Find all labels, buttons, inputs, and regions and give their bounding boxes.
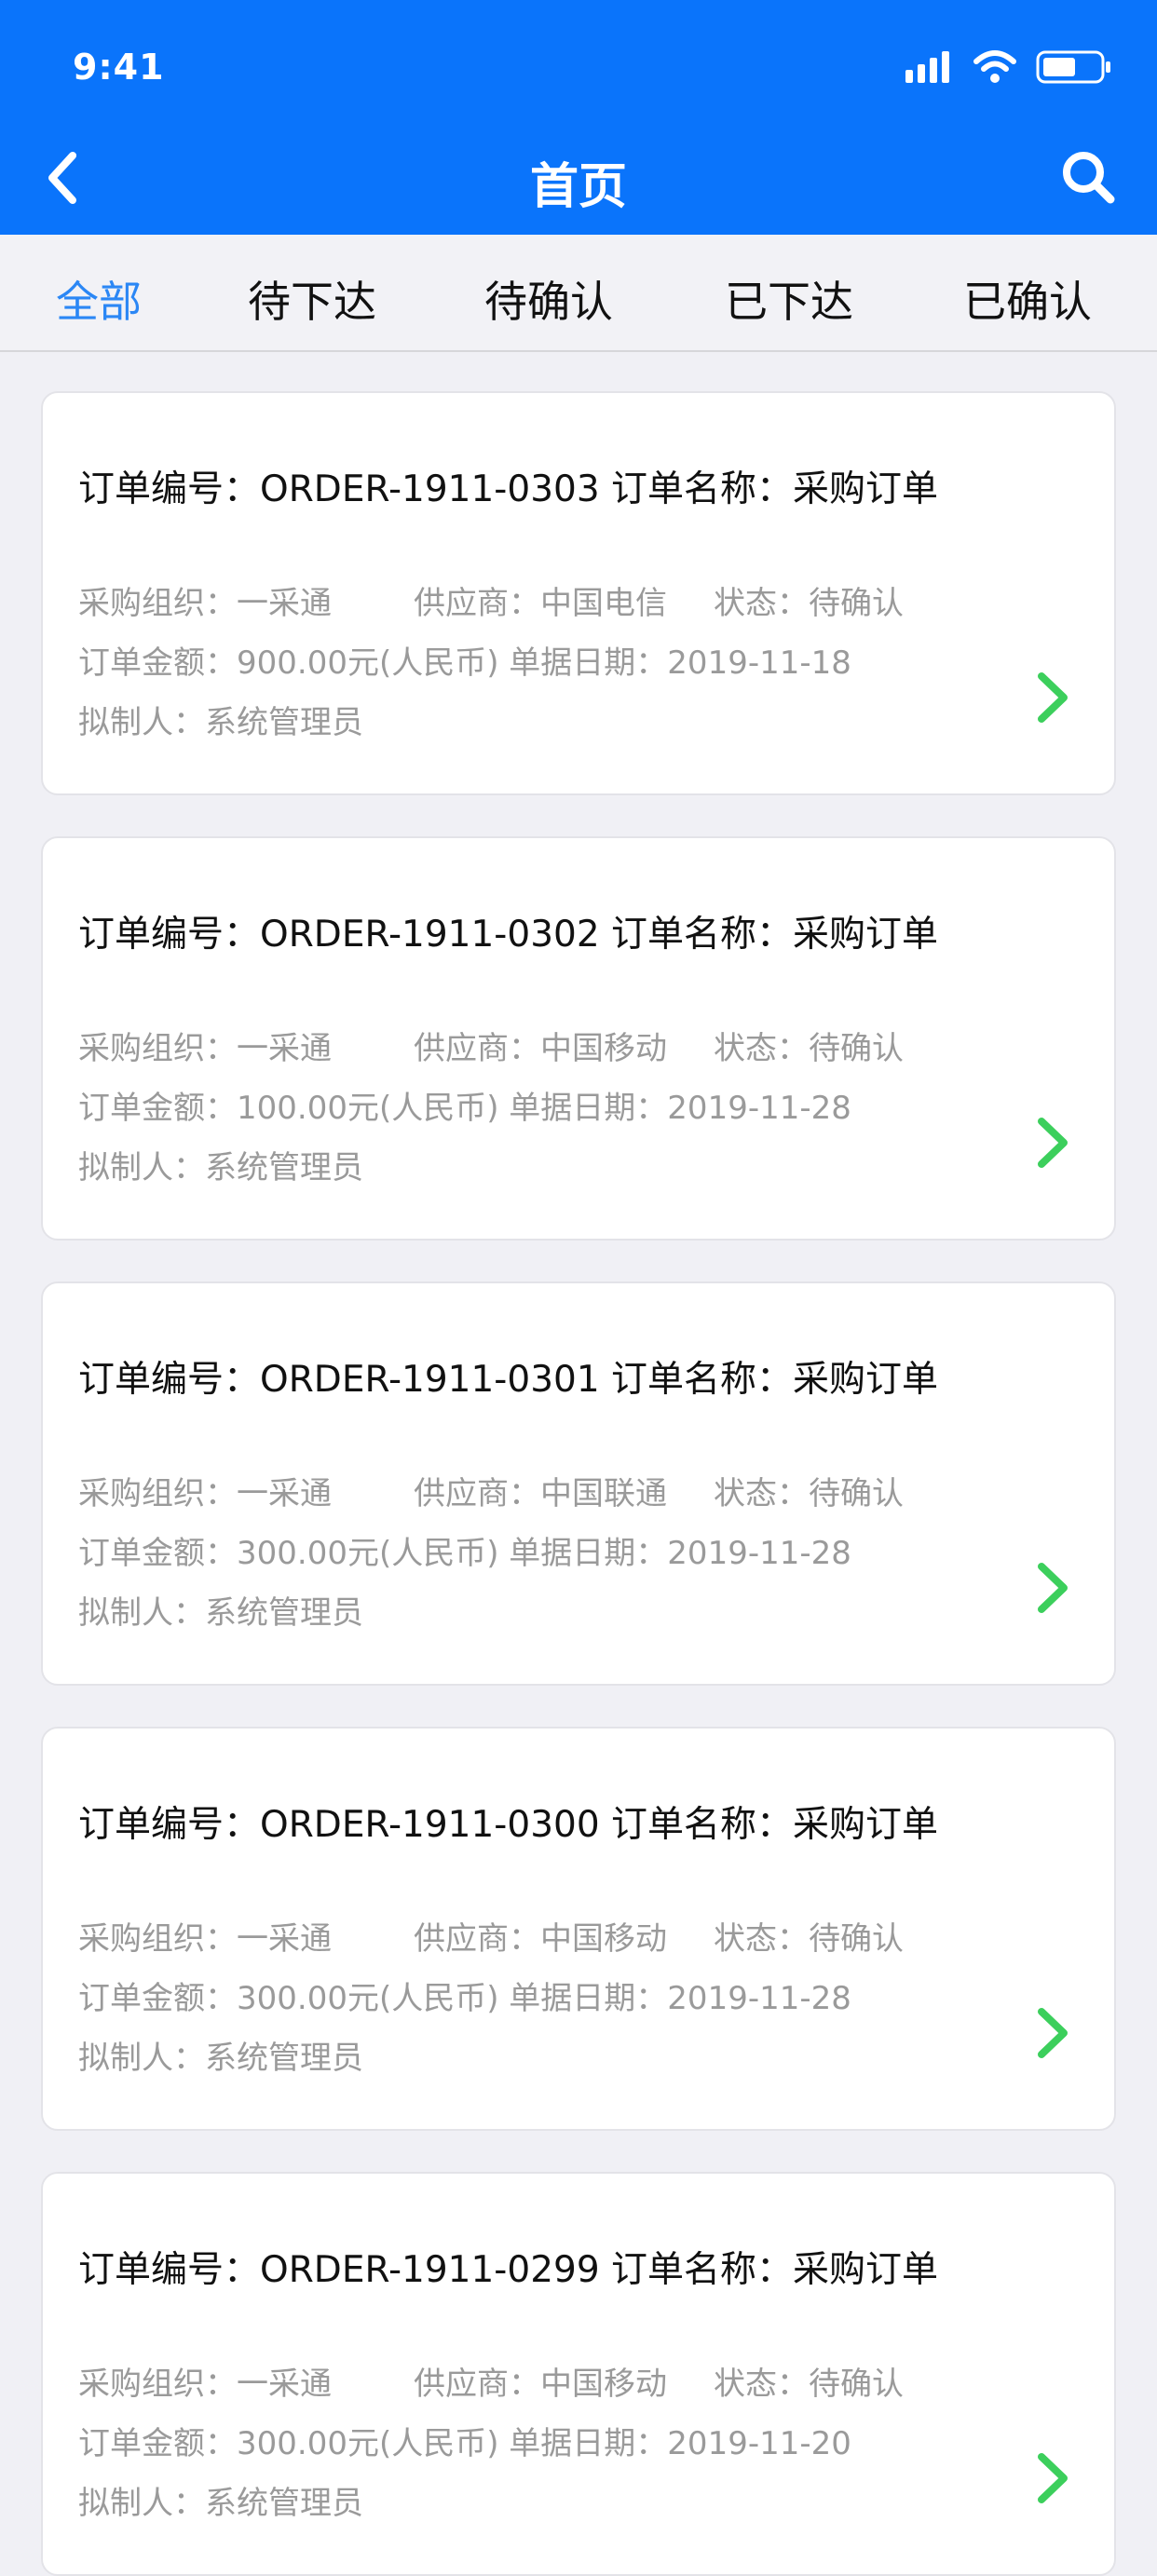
chevron-right-icon[interactable] — [1034, 669, 1073, 726]
order-creator: 拟制人：系统管理员 — [78, 1594, 363, 1632]
purchase-org: 采购组织：一采通 — [78, 2366, 332, 2403]
supplier: 供应商：中国移动 — [414, 1920, 667, 1958]
order-title: 订单编号：ORDER-1911-0300 订单名称：采购订单 — [78, 1804, 939, 1846]
chevron-right-icon[interactable] — [1034, 2449, 1073, 2507]
chevron-right-icon[interactable] — [1034, 1559, 1073, 1617]
order-card[interactable]: 订单编号：ORDER-1911-0299 订单名称：采购订单 采购组织：一采通 … — [41, 2172, 1116, 2576]
order-status: 状态：待确认 — [714, 1920, 904, 1958]
order-meta-row: 采购组织：一采通 供应商：中国移动 状态：待确认 — [78, 1023, 904, 1068]
supplier: 供应商：中国移动 — [414, 2366, 667, 2403]
tab-confirmed[interactable]: 已确认 — [963, 268, 1092, 330]
supplier: 供应商：中国电信 — [414, 585, 667, 622]
order-meta-row: 采购组织：一采通 供应商：中国联通 状态：待确认 — [78, 1468, 904, 1513]
order-title: 订单编号：ORDER-1911-0301 订单名称：采购订单 — [78, 1359, 939, 1401]
order-status: 状态：待确认 — [714, 1475, 904, 1512]
order-card[interactable]: 订单编号：ORDER-1911-0300 订单名称：采购订单 采购组织：一采通 … — [41, 1727, 1116, 2131]
order-creator: 拟制人：系统管理员 — [78, 2040, 363, 2077]
order-meta-row: 采购组织：一采通 供应商：中国移动 状态：待确认 — [78, 1913, 904, 1959]
purchase-org: 采购组织：一采通 — [78, 1030, 332, 1067]
order-title: 订单编号：ORDER-1911-0299 订单名称：采购订单 — [78, 2249, 939, 2291]
order-status: 状态：待确认 — [714, 1030, 904, 1067]
order-title: 订单编号：ORDER-1911-0303 订单名称：采购订单 — [78, 468, 939, 510]
order-creator: 拟制人：系统管理员 — [78, 1149, 363, 1186]
tab-issued[interactable]: 已下达 — [725, 268, 853, 330]
order-card[interactable]: 订单编号：ORDER-1911-0301 订单名称：采购订单 采购组织：一采通 … — [41, 1281, 1116, 1686]
status-icons — [905, 48, 1112, 86]
order-amount-date: 订单金额：300.00元(人民币) 单据日期：2019-11-28 — [78, 1980, 851, 2017]
order-amount-date: 订单金额：300.00元(人民币) 单据日期：2019-11-20 — [78, 2425, 851, 2462]
status-time: 9:41 — [73, 47, 165, 88]
order-status: 状态：待确认 — [714, 585, 904, 622]
order-card[interactable]: 订单编号：ORDER-1911-0303 订单名称：采购订单 采购组织：一采通 … — [41, 391, 1116, 795]
header: 9:41 首页 — [0, 0, 1157, 235]
tab-pending-confirm[interactable]: 待确认 — [484, 268, 613, 330]
order-status: 状态：待确认 — [714, 2366, 904, 2403]
signal-icon — [905, 51, 949, 83]
tab-bar: 全部 待下达 待确认 已下达 已确认 — [0, 235, 1157, 352]
order-creator: 拟制人：系统管理员 — [78, 2485, 363, 2522]
search-icon[interactable] — [1058, 147, 1118, 207]
purchase-org: 采购组织：一采通 — [78, 585, 332, 622]
purchase-org: 采购组织：一采通 — [78, 1920, 332, 1958]
supplier: 供应商：中国移动 — [414, 1030, 667, 1067]
chevron-right-icon[interactable] — [1034, 1114, 1073, 1172]
tab-pending-issue[interactable]: 待下达 — [248, 268, 376, 330]
order-amount-date: 订单金额：900.00元(人民币) 单据日期：2019-11-18 — [78, 644, 851, 682]
order-meta-row: 采购组织：一采通 供应商：中国移动 状态：待确认 — [78, 2358, 904, 2404]
battery-icon — [1036, 50, 1110, 84]
tab-all[interactable]: 全部 — [56, 268, 142, 330]
order-meta-row: 采购组织：一采通 供应商：中国电信 状态：待确认 — [78, 577, 904, 623]
page-title: 首页 — [529, 159, 627, 215]
order-title: 订单编号：ORDER-1911-0302 订单名称：采购订单 — [78, 914, 939, 956]
chevron-right-icon[interactable] — [1034, 2004, 1073, 2062]
order-amount-date: 订单金额：300.00元(人民币) 单据日期：2019-11-28 — [78, 1535, 851, 1572]
order-card[interactable]: 订单编号：ORDER-1911-0302 订单名称：采购订单 采购组织：一采通 … — [41, 836, 1116, 1241]
supplier: 供应商：中国联通 — [414, 1475, 667, 1512]
order-amount-date: 订单金额：100.00元(人民币) 单据日期：2019-11-28 — [78, 1090, 851, 1127]
wifi-icon — [973, 50, 1016, 83]
order-creator: 拟制人：系统管理员 — [78, 704, 363, 741]
purchase-org: 采购组织：一采通 — [78, 1475, 332, 1512]
